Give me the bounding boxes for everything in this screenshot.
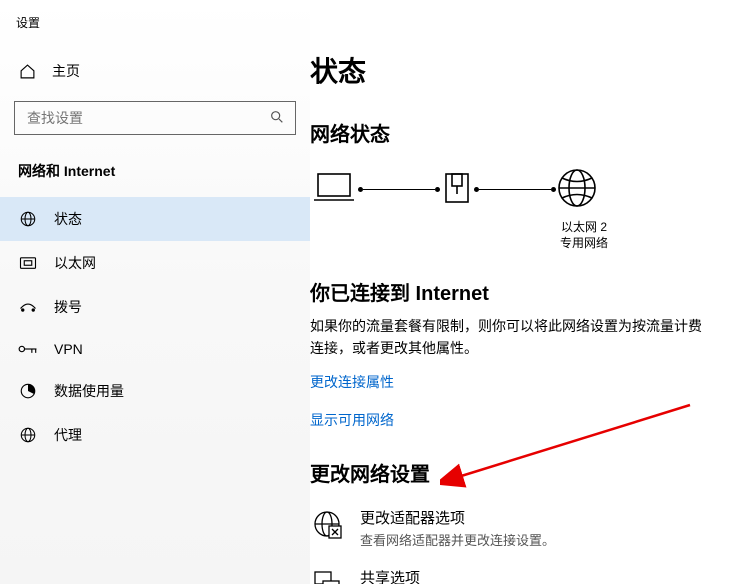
main-content: 状态 网络状态 以太网 2 专用网络 你已连接到 Internet 如果你的流量… <box>310 0 730 584</box>
change-settings-title: 更改网络设置 <box>310 458 710 487</box>
link-show-available-networks[interactable]: 显示可用网络 <box>310 410 394 430</box>
home-link[interactable]: 主页 <box>0 51 310 91</box>
datausage-icon <box>18 382 38 400</box>
search-box[interactable] <box>14 101 296 135</box>
nav-label: 状态 <box>54 209 82 229</box>
nav-item-proxy[interactable]: 代理 <box>0 413 310 457</box>
nav-label: 拨号 <box>54 297 82 317</box>
adapter-options-desc: 查看网络适配器并更改连接设置。 <box>360 530 555 549</box>
search-input[interactable] <box>25 109 269 127</box>
home-label: 主页 <box>52 61 80 81</box>
search-icon <box>269 109 285 128</box>
ethernet-icon <box>18 255 38 271</box>
vpn-icon <box>18 342 38 356</box>
adapter-type: 专用网络 <box>458 236 710 252</box>
adapter-options-icon <box>310 507 344 549</box>
sidebar-section-title: 网络和 Internet <box>0 161 310 187</box>
nav-label: 数据使用量 <box>54 381 124 401</box>
nav-item-status[interactable]: 状态 <box>0 197 310 241</box>
page-title: 状态 <box>310 50 710 90</box>
router-icon <box>440 168 474 211</box>
connected-title: 你已连接到 Internet <box>310 277 710 306</box>
sharing-icon <box>310 567 344 584</box>
globe-large-icon <box>556 167 598 212</box>
nav-label: VPN <box>54 341 83 357</box>
nav-label: 以太网 <box>54 253 96 273</box>
sharing-title: 共享选项 <box>360 567 607 584</box>
dialup-icon <box>18 300 38 314</box>
laptop-icon <box>310 168 358 211</box>
nav-item-datausage[interactable]: 数据使用量 <box>0 369 310 413</box>
sidebar: 设置 主页 网络和 Internet 状态 以太网 <box>0 0 310 584</box>
network-status-title: 网络状态 <box>310 118 710 147</box>
app-title: 设置 <box>16 14 310 31</box>
adapter-name: 以太网 2 <box>458 220 710 236</box>
connected-desc: 如果你的流量套餐有限制，则你可以将此网络设置为按流量计费连接，或者更改其他属性。 <box>310 316 710 359</box>
nav-label: 代理 <box>54 425 82 445</box>
nav-item-vpn[interactable]: VPN <box>0 329 310 369</box>
adapter-options-title: 更改适配器选项 <box>360 507 555 528</box>
globe-icon <box>18 210 38 228</box>
nav-item-dialup[interactable]: 拨号 <box>0 285 310 329</box>
option-adapter-settings[interactable]: 更改适配器选项 查看网络适配器并更改连接设置。 <box>310 507 710 549</box>
proxy-icon <box>18 426 38 444</box>
link-change-connection-props[interactable]: 更改连接属性 <box>310 372 394 392</box>
option-sharing[interactable]: 共享选项 根据所连接到的网络，决定要共享的内容。 <box>310 567 710 584</box>
nav-item-ethernet[interactable]: 以太网 <box>0 241 310 285</box>
home-icon <box>18 63 36 80</box>
network-diagram <box>310 167 710 212</box>
diagram-labels: 以太网 2 专用网络 <box>458 220 710 251</box>
